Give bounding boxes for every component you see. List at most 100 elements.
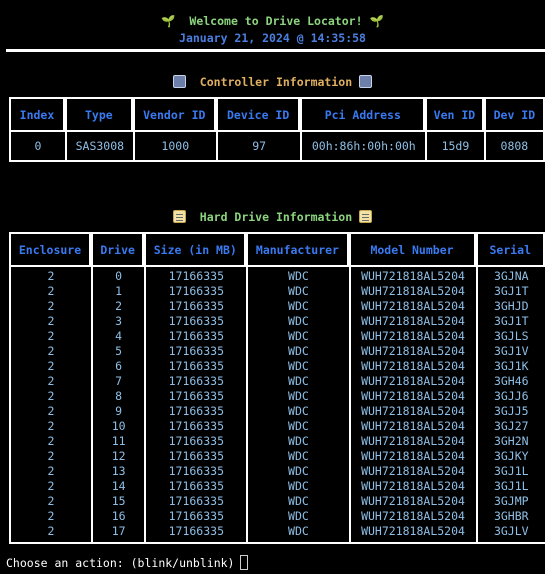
table-cell: 17166335 bbox=[144, 344, 246, 359]
drive-row: 2 5 17166335 WDC WUH721818AL5204 3GJ1V bbox=[9, 344, 545, 359]
column-header: Vendor ID bbox=[132, 97, 216, 132]
drive-row: 2 0 17166335 WDC WUH721818AL5204 3GJNA bbox=[9, 267, 545, 284]
drive-row: 2 8 17166335 WDC WUH721818AL5204 3GJJ6 bbox=[9, 389, 545, 404]
table-cell: WUH721818AL5204 bbox=[348, 329, 476, 344]
table-cell: 3GJ1K bbox=[475, 359, 545, 374]
table-cell: 3GJJ5 bbox=[475, 404, 545, 419]
table-cell: 17166335 bbox=[144, 329, 246, 344]
table-cell: 1000 bbox=[132, 132, 216, 162]
table-cell: 15 bbox=[91, 494, 144, 509]
table-cell: 0 bbox=[91, 267, 144, 284]
sprout-icon: 🌱 bbox=[369, 14, 384, 28]
table-cell: 2 bbox=[9, 329, 91, 344]
table-cell: 16 bbox=[91, 509, 144, 524]
table-cell: WUH721818AL5204 bbox=[348, 389, 476, 404]
table-cell: 3GJ1T bbox=[475, 284, 545, 299]
column-header: Dev ID bbox=[483, 97, 545, 132]
table-cell: WUH721818AL5204 bbox=[348, 404, 476, 419]
table-cell: WDC bbox=[246, 404, 348, 419]
drives-table: Enclosure Drive Size (in MB) Manufacture… bbox=[9, 232, 545, 544]
column-header: Pci Address bbox=[300, 97, 426, 132]
table-cell: 3GJ1L bbox=[475, 479, 545, 494]
table-cell: 3GJMP bbox=[475, 494, 545, 509]
table-cell: 2 bbox=[9, 374, 91, 389]
table-cell: 2 bbox=[91, 299, 144, 314]
table-cell: WDC bbox=[246, 479, 348, 494]
table-cell: 17 bbox=[91, 524, 145, 544]
table-cell: 3GJJ6 bbox=[475, 389, 545, 404]
table-cell: WUH721818AL5204 bbox=[348, 479, 476, 494]
drive-row: 2 2 17166335 WDC WUH721818AL5204 3GHJD bbox=[9, 299, 545, 314]
table-cell: 3GHJD bbox=[475, 299, 545, 314]
table-cell: 2 bbox=[9, 299, 91, 314]
text-cursor[interactable] bbox=[240, 555, 249, 570]
drive-row: 2 3 17166335 WDC WUH721818AL5204 3GJ1T bbox=[9, 314, 545, 329]
column-header: Model Number bbox=[348, 232, 476, 267]
column-header: Enclosure bbox=[9, 232, 92, 267]
table-cell: 0808 bbox=[483, 132, 545, 162]
column-header: Device ID bbox=[215, 97, 301, 132]
table-cell: WUH721818AL5204 bbox=[348, 509, 476, 524]
drive-row: 2 15 17166335 WDC WUH721818AL5204 3GJMP bbox=[9, 494, 545, 509]
table-cell: WUH721818AL5204 bbox=[348, 434, 476, 449]
table-cell: 3GJ27 bbox=[475, 419, 545, 434]
table-cell: 17166335 bbox=[144, 464, 246, 479]
table-cell: 3GJ1V bbox=[475, 344, 545, 359]
table-cell: WUH721818AL5204 bbox=[348, 359, 476, 374]
table-cell: 17166335 bbox=[144, 359, 246, 374]
drives-section-title: Hard Drive Information bbox=[0, 210, 545, 224]
table-cell: WDC bbox=[246, 314, 348, 329]
drive-row: 2 14 17166335 WDC WUH721818AL5204 3GJ1L bbox=[9, 479, 545, 494]
table-cell: 15d9 bbox=[425, 132, 484, 162]
column-header: Manufacturer bbox=[246, 232, 349, 267]
table-cell: 3GJNA bbox=[475, 267, 545, 284]
table-cell: 2 bbox=[9, 434, 91, 449]
drive-row: 2 16 17166335 WDC WUH721818AL5204 3GHBR bbox=[9, 509, 545, 524]
table-cell: WUH721818AL5204 bbox=[348, 299, 476, 314]
table-cell: 17166335 bbox=[144, 434, 246, 449]
table-cell: WUH721818AL5204 bbox=[348, 419, 476, 434]
control-knobs-icon bbox=[359, 75, 373, 88]
table-cell: 97 bbox=[215, 132, 301, 162]
table-cell: WDC bbox=[246, 524, 349, 544]
table-cell: 17166335 bbox=[144, 509, 246, 524]
table-cell: 00h:86h:00h:00h bbox=[300, 132, 426, 162]
prompt-text: Choose an action: (blink/unblink) bbox=[6, 556, 235, 570]
column-header: Serial bbox=[475, 232, 545, 267]
table-cell: 17166335 bbox=[144, 299, 246, 314]
table-cell: 17166335 bbox=[144, 374, 246, 389]
table-cell: WDC bbox=[246, 449, 348, 464]
table-cell: WDC bbox=[246, 344, 348, 359]
column-header: Type bbox=[64, 97, 133, 132]
action-prompt[interactable]: Choose an action: (blink/unblink) bbox=[6, 555, 249, 570]
drive-row: 2 6 17166335 WDC WUH721818AL5204 3GJ1K bbox=[9, 359, 545, 374]
table-cell: 10 bbox=[91, 419, 144, 434]
table-cell: 4 bbox=[91, 329, 144, 344]
table-cell: 14 bbox=[91, 479, 144, 494]
welcome-text: Welcome to Drive Locator! bbox=[189, 14, 363, 28]
drive-row: 2 13 17166335 WDC WUH721818AL5204 3GJ1L bbox=[9, 464, 545, 479]
table-cell: 5 bbox=[91, 344, 144, 359]
table-cell: WDC bbox=[246, 494, 348, 509]
table-cell: SAS3008 bbox=[64, 132, 133, 162]
table-cell: WDC bbox=[246, 284, 348, 299]
table-cell: 2 bbox=[9, 509, 91, 524]
welcome-banner: 🌱 Welcome to Drive Locator! 🌱 bbox=[0, 14, 545, 28]
divider bbox=[6, 49, 545, 52]
table-cell: 17166335 bbox=[144, 404, 246, 419]
table-cell: 8 bbox=[91, 389, 144, 404]
table-cell: WDC bbox=[246, 509, 348, 524]
table-cell: 3GJ1L bbox=[475, 464, 545, 479]
table-cell: 2 bbox=[9, 419, 91, 434]
table-cell: 17166335 bbox=[144, 314, 246, 329]
table-cell: WDC bbox=[246, 329, 348, 344]
table-cell: 3GJLS bbox=[475, 329, 545, 344]
table-cell: WDC bbox=[246, 374, 348, 389]
table-cell: 12 bbox=[91, 449, 144, 464]
table-cell: 3GH2N bbox=[475, 434, 545, 449]
table-cell: 6 bbox=[91, 359, 144, 374]
table-cell: 2 bbox=[9, 267, 91, 284]
memo-icon bbox=[359, 210, 373, 223]
table-cell: 2 bbox=[9, 344, 91, 359]
table-cell: 3GH46 bbox=[475, 374, 545, 389]
